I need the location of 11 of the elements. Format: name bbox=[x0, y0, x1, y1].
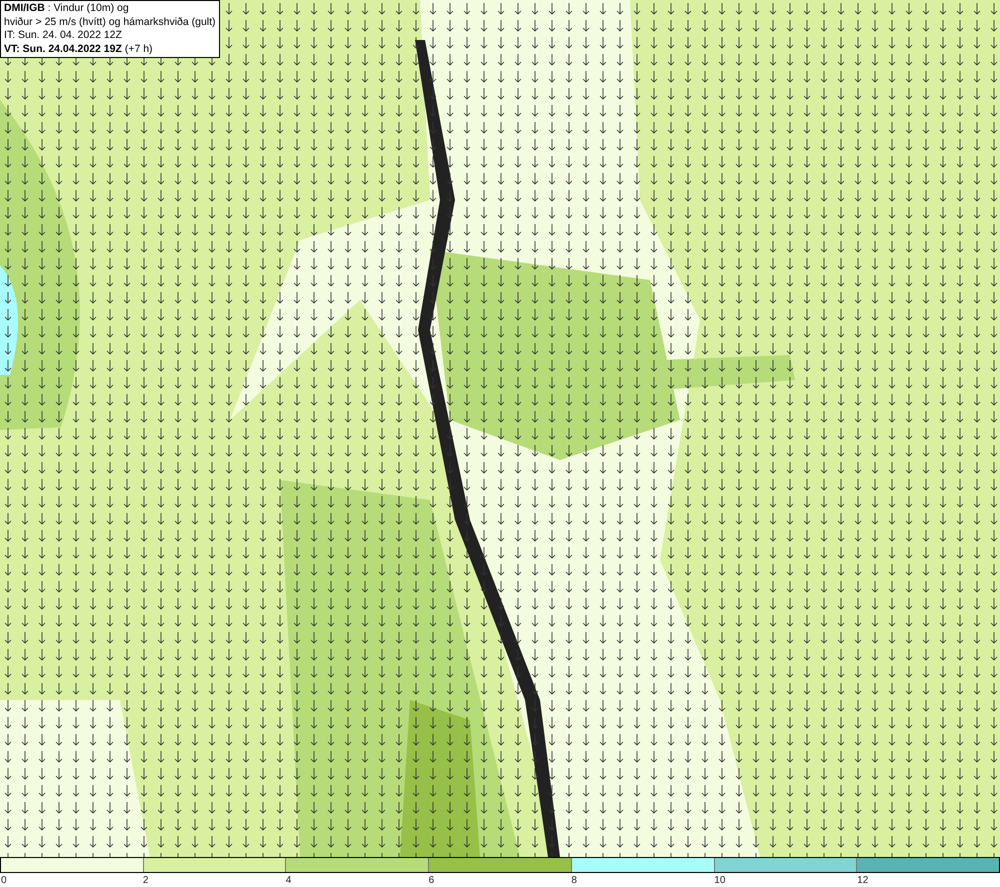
scale-tick-label: 10 bbox=[714, 874, 726, 887]
scale-tick-label: 6 bbox=[428, 874, 434, 887]
scale-tick-label: 12 bbox=[857, 874, 868, 887]
scale-tick-label: 0 bbox=[1, 874, 7, 887]
caption-line: IT: Sun. 24. 04. 2022 12Z bbox=[4, 29, 123, 42]
scale-tick-label: 2 bbox=[142, 874, 148, 887]
caption-line: VT: Sun. 24.04.2022 19Z (+7 h) bbox=[4, 42, 154, 56]
caption-line: DMI/IGB : Vindur (10m) og bbox=[4, 2, 130, 16]
scale-tick-label: 8 bbox=[571, 874, 577, 887]
scale-tick-label: 4 bbox=[286, 874, 292, 887]
caption-line: hviður > 25 m/s (hvítt) og hámarkshviða (gult) bbox=[4, 16, 216, 29]
